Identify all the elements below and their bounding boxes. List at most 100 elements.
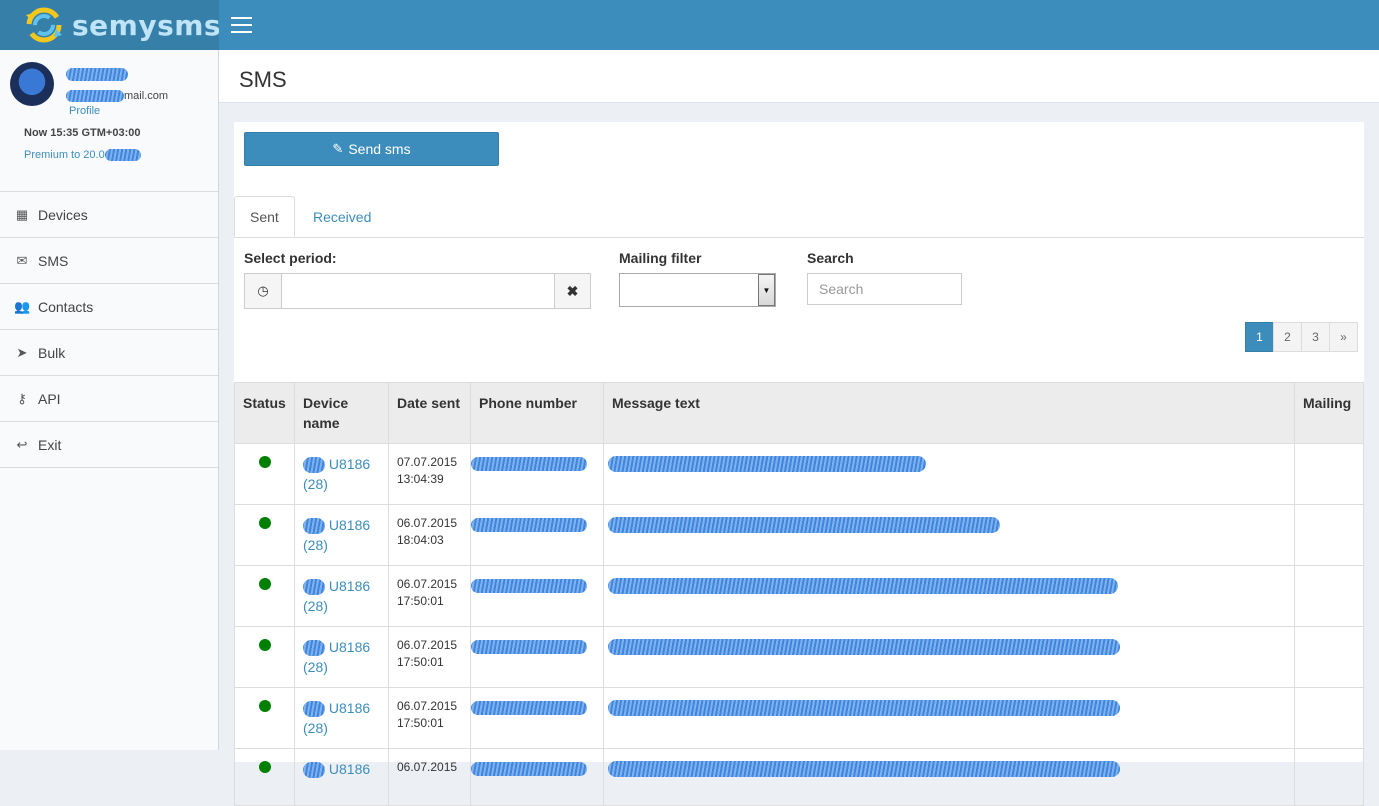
user-email: mail.com	[66, 90, 169, 103]
message-cell	[603, 626, 1295, 688]
status-sent-icon	[258, 639, 271, 651]
message-cell	[603, 748, 1295, 806]
device-link[interactable]: U8186 (28)	[303, 578, 370, 614]
device-name: U8186	[328, 517, 371, 533]
status-cell	[234, 687, 295, 749]
col-status: Status	[234, 382, 295, 444]
sidebar-item-devices[interactable]: ▦ Devices	[0, 192, 218, 238]
users-icon: 👥	[14, 298, 31, 314]
sidebar-item-sms[interactable]: ✉ SMS	[0, 238, 218, 284]
semysms-logo-icon	[20, 3, 68, 47]
device-link[interactable]: U8186 (28)	[303, 517, 370, 553]
date-sent: 06.07.2015	[397, 760, 458, 774]
sidebar-item-label: Bulk	[38, 344, 66, 361]
page-title: SMS	[239, 67, 287, 92]
message-redacted	[608, 761, 1120, 777]
date-cell: 06.07.2015 17:50:01	[388, 626, 471, 688]
profile-link[interactable]: Profile	[69, 105, 100, 117]
clock-icon[interactable]: ◷	[245, 274, 282, 308]
date-cell: 06.07.2015 18:04:03	[388, 504, 471, 566]
table-row[interactable]: U8186 (28) 06.07.2015 17:50:01	[234, 687, 1364, 749]
table-row[interactable]: U8186 (28) 07.07.2015 13:04:39	[234, 443, 1364, 505]
reply-icon: ↩	[16, 436, 28, 452]
message-cell	[603, 504, 1295, 566]
phone-redacted	[471, 761, 587, 776]
sidebar-item-label: API	[38, 390, 61, 407]
tab-sent[interactable]: Sent	[234, 196, 295, 237]
device-cell: U8186	[294, 748, 389, 806]
premium-text: Premium to 20.0	[24, 149, 105, 161]
sidebar-item-label: Contacts	[38, 298, 94, 315]
time-sent: 17:50:01	[397, 655, 444, 669]
device-count: (28)	[303, 537, 328, 553]
page-3-button[interactable]: 3	[1301, 322, 1330, 352]
date-cell: 06.07.2015 17:50:01	[388, 565, 471, 627]
device-cell: U8186 (28)	[294, 504, 389, 566]
message-cell	[603, 687, 1295, 749]
premium-link[interactable]: Premium to 20.0	[24, 149, 141, 162]
time-sent: 17:50:01	[397, 594, 444, 608]
mailing-cell	[1294, 687, 1364, 749]
sidebar-menu: ▦ Devices ✉ SMS 👥 Contacts ➤ Bulk ⚷ API ↩ Exit	[0, 191, 218, 468]
page-1-button[interactable]: 1	[1245, 322, 1274, 352]
send-sms-button[interactable]: ✎ Send sms	[244, 132, 499, 166]
device-link[interactable]: U8186 (28)	[303, 456, 370, 492]
time-sent: 18:04:03	[397, 533, 444, 547]
table-row[interactable]: U8186 (28) 06.07.2015 17:50:01	[234, 626, 1364, 688]
period-picker: ◷ ✖	[244, 273, 591, 309]
sidebar-item-exit[interactable]: ↩ Exit	[0, 422, 218, 468]
sidebar-item-bulk[interactable]: ➤ Bulk	[0, 330, 218, 376]
phone-cell	[470, 687, 604, 749]
phone-redacted	[471, 517, 587, 532]
user-name-redacted	[66, 66, 128, 82]
message-redacted	[608, 578, 1118, 594]
next-page-button[interactable]: »	[1329, 322, 1358, 352]
device-link[interactable]: U8186	[303, 761, 370, 779]
phone-cell	[470, 565, 604, 627]
status-cell	[234, 626, 295, 688]
mailing-filter-select[interactable]: ▼	[619, 273, 776, 307]
period-input[interactable]	[282, 274, 554, 308]
col-device-name: Device name	[294, 382, 389, 444]
status-cell	[234, 504, 295, 566]
search-label: Search	[807, 250, 854, 266]
table-row[interactable]: U8186 06.07.2015	[234, 748, 1364, 806]
sms-table: Status Device name Date sent Phone numbe…	[234, 382, 1364, 806]
date-sent: 06.07.2015	[397, 577, 458, 591]
time-sent: 13:04:39	[397, 472, 444, 486]
message-redacted	[608, 700, 1120, 716]
tab-received[interactable]: Received	[298, 196, 386, 237]
phone-redacted	[471, 700, 587, 715]
message-cell	[603, 565, 1295, 627]
device-name: U8186	[328, 578, 371, 594]
message-cell	[603, 443, 1295, 505]
message-redacted	[608, 456, 926, 472]
clear-period-icon[interactable]: ✖	[554, 274, 590, 308]
search-input[interactable]	[807, 273, 962, 305]
device-name: U8186	[328, 639, 371, 655]
col-date-sent: Date sent	[388, 382, 471, 444]
status-cell	[234, 443, 295, 505]
status-sent-icon	[258, 456, 271, 468]
grid-icon: ▦	[15, 206, 29, 222]
table-row[interactable]: U8186 (28) 06.07.2015 18:04:03	[234, 504, 1364, 566]
phone-redacted	[471, 456, 587, 471]
table-row[interactable]: U8186 (28) 06.07.2015 17:50:01	[234, 565, 1364, 627]
avatar	[10, 62, 54, 106]
hamburger-icon[interactable]	[231, 17, 252, 33]
sidebar-item-api[interactable]: ⚷ API	[0, 376, 218, 422]
device-name: U8186	[328, 700, 371, 716]
dropdown-arrow-icon[interactable]: ▼	[758, 274, 775, 306]
device-count: (28)	[303, 659, 328, 675]
device-cell: U8186 (28)	[294, 565, 389, 627]
device-link[interactable]: U8186 (28)	[303, 700, 370, 736]
page-2-button[interactable]: 2	[1273, 322, 1302, 352]
logo-bar[interactable]: semysms	[0, 0, 221, 50]
key-icon: ⚷	[17, 390, 27, 406]
sidebar: mail.com Profile Now 15:35 GTM+03:00 Pre…	[0, 50, 219, 750]
device-link[interactable]: U8186 (28)	[303, 639, 370, 675]
sidebar-item-contacts[interactable]: 👥 Contacts	[0, 284, 218, 330]
user-email-suffix: mail.com	[124, 90, 169, 102]
content-header: SMS	[219, 50, 1379, 103]
date-sent: 06.07.2015	[397, 699, 458, 713]
